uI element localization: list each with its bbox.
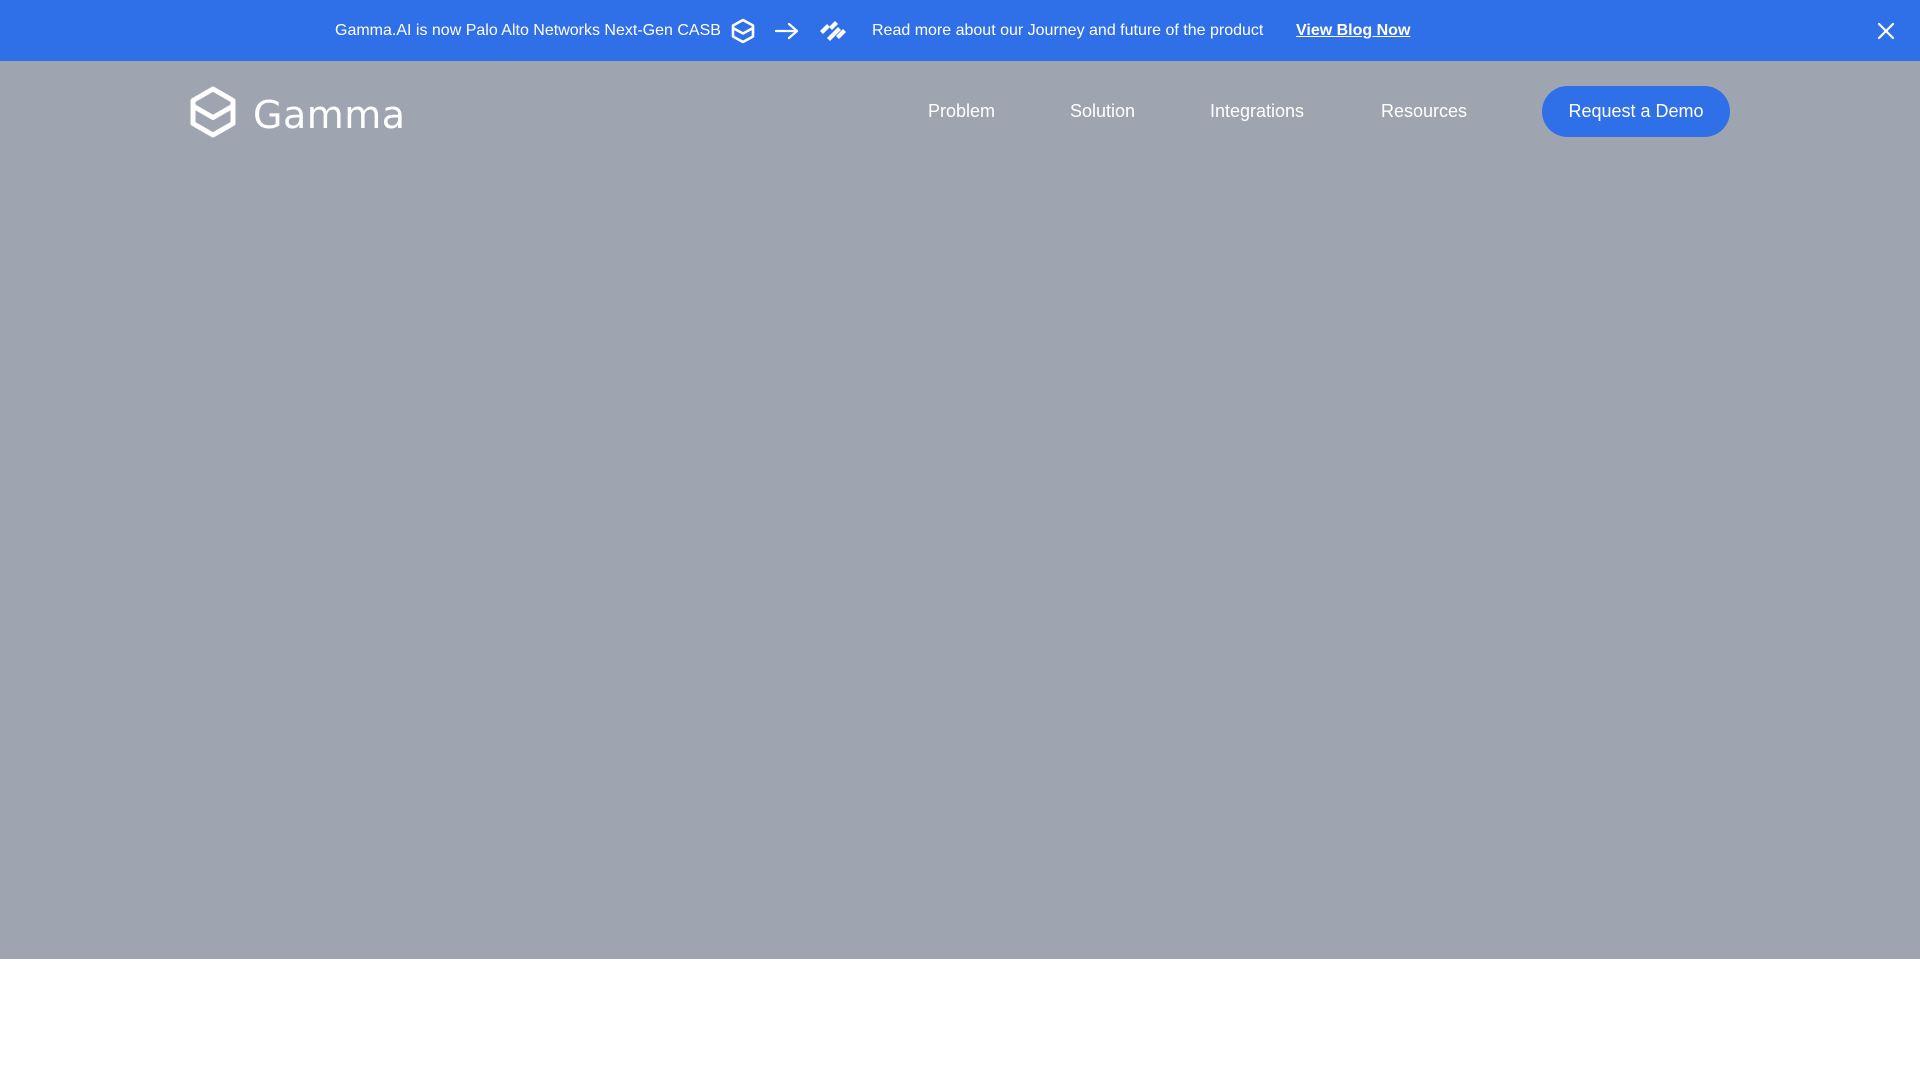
- announcement-text: Gamma.AI is now Palo Alto Networks Next-…: [335, 21, 721, 39]
- close-icon[interactable]: [1876, 21, 1896, 41]
- gamma-logo-icon: [189, 86, 237, 143]
- nav-integrations[interactable]: Integrations: [1210, 86, 1304, 136]
- read-more-text: Read more about our Journey and future o…: [872, 21, 1264, 39]
- nav-solution[interactable]: Solution: [1070, 86, 1135, 136]
- palo-alto-logo-icon: [818, 19, 848, 43]
- hero-section: Gamma Problem Solution Integrations Reso…: [0, 61, 1920, 959]
- announcement-banner: Gamma.AI is now Palo Alto Networks Next-…: [0, 0, 1920, 61]
- site-logo[interactable]: Gamma: [189, 86, 406, 143]
- banner-icons: [730, 18, 848, 44]
- gamma-logo-icon: [730, 18, 756, 44]
- request-demo-button[interactable]: Request a Demo: [1542, 86, 1730, 137]
- view-blog-link[interactable]: View Blog Now: [1296, 22, 1410, 40]
- nav-resources[interactable]: Resources: [1381, 86, 1467, 136]
- logo-wordmark: Gamma: [253, 92, 406, 137]
- content-area: [0, 959, 1920, 1080]
- arrow-right-icon: [774, 21, 800, 41]
- nav-problem[interactable]: Problem: [928, 86, 995, 136]
